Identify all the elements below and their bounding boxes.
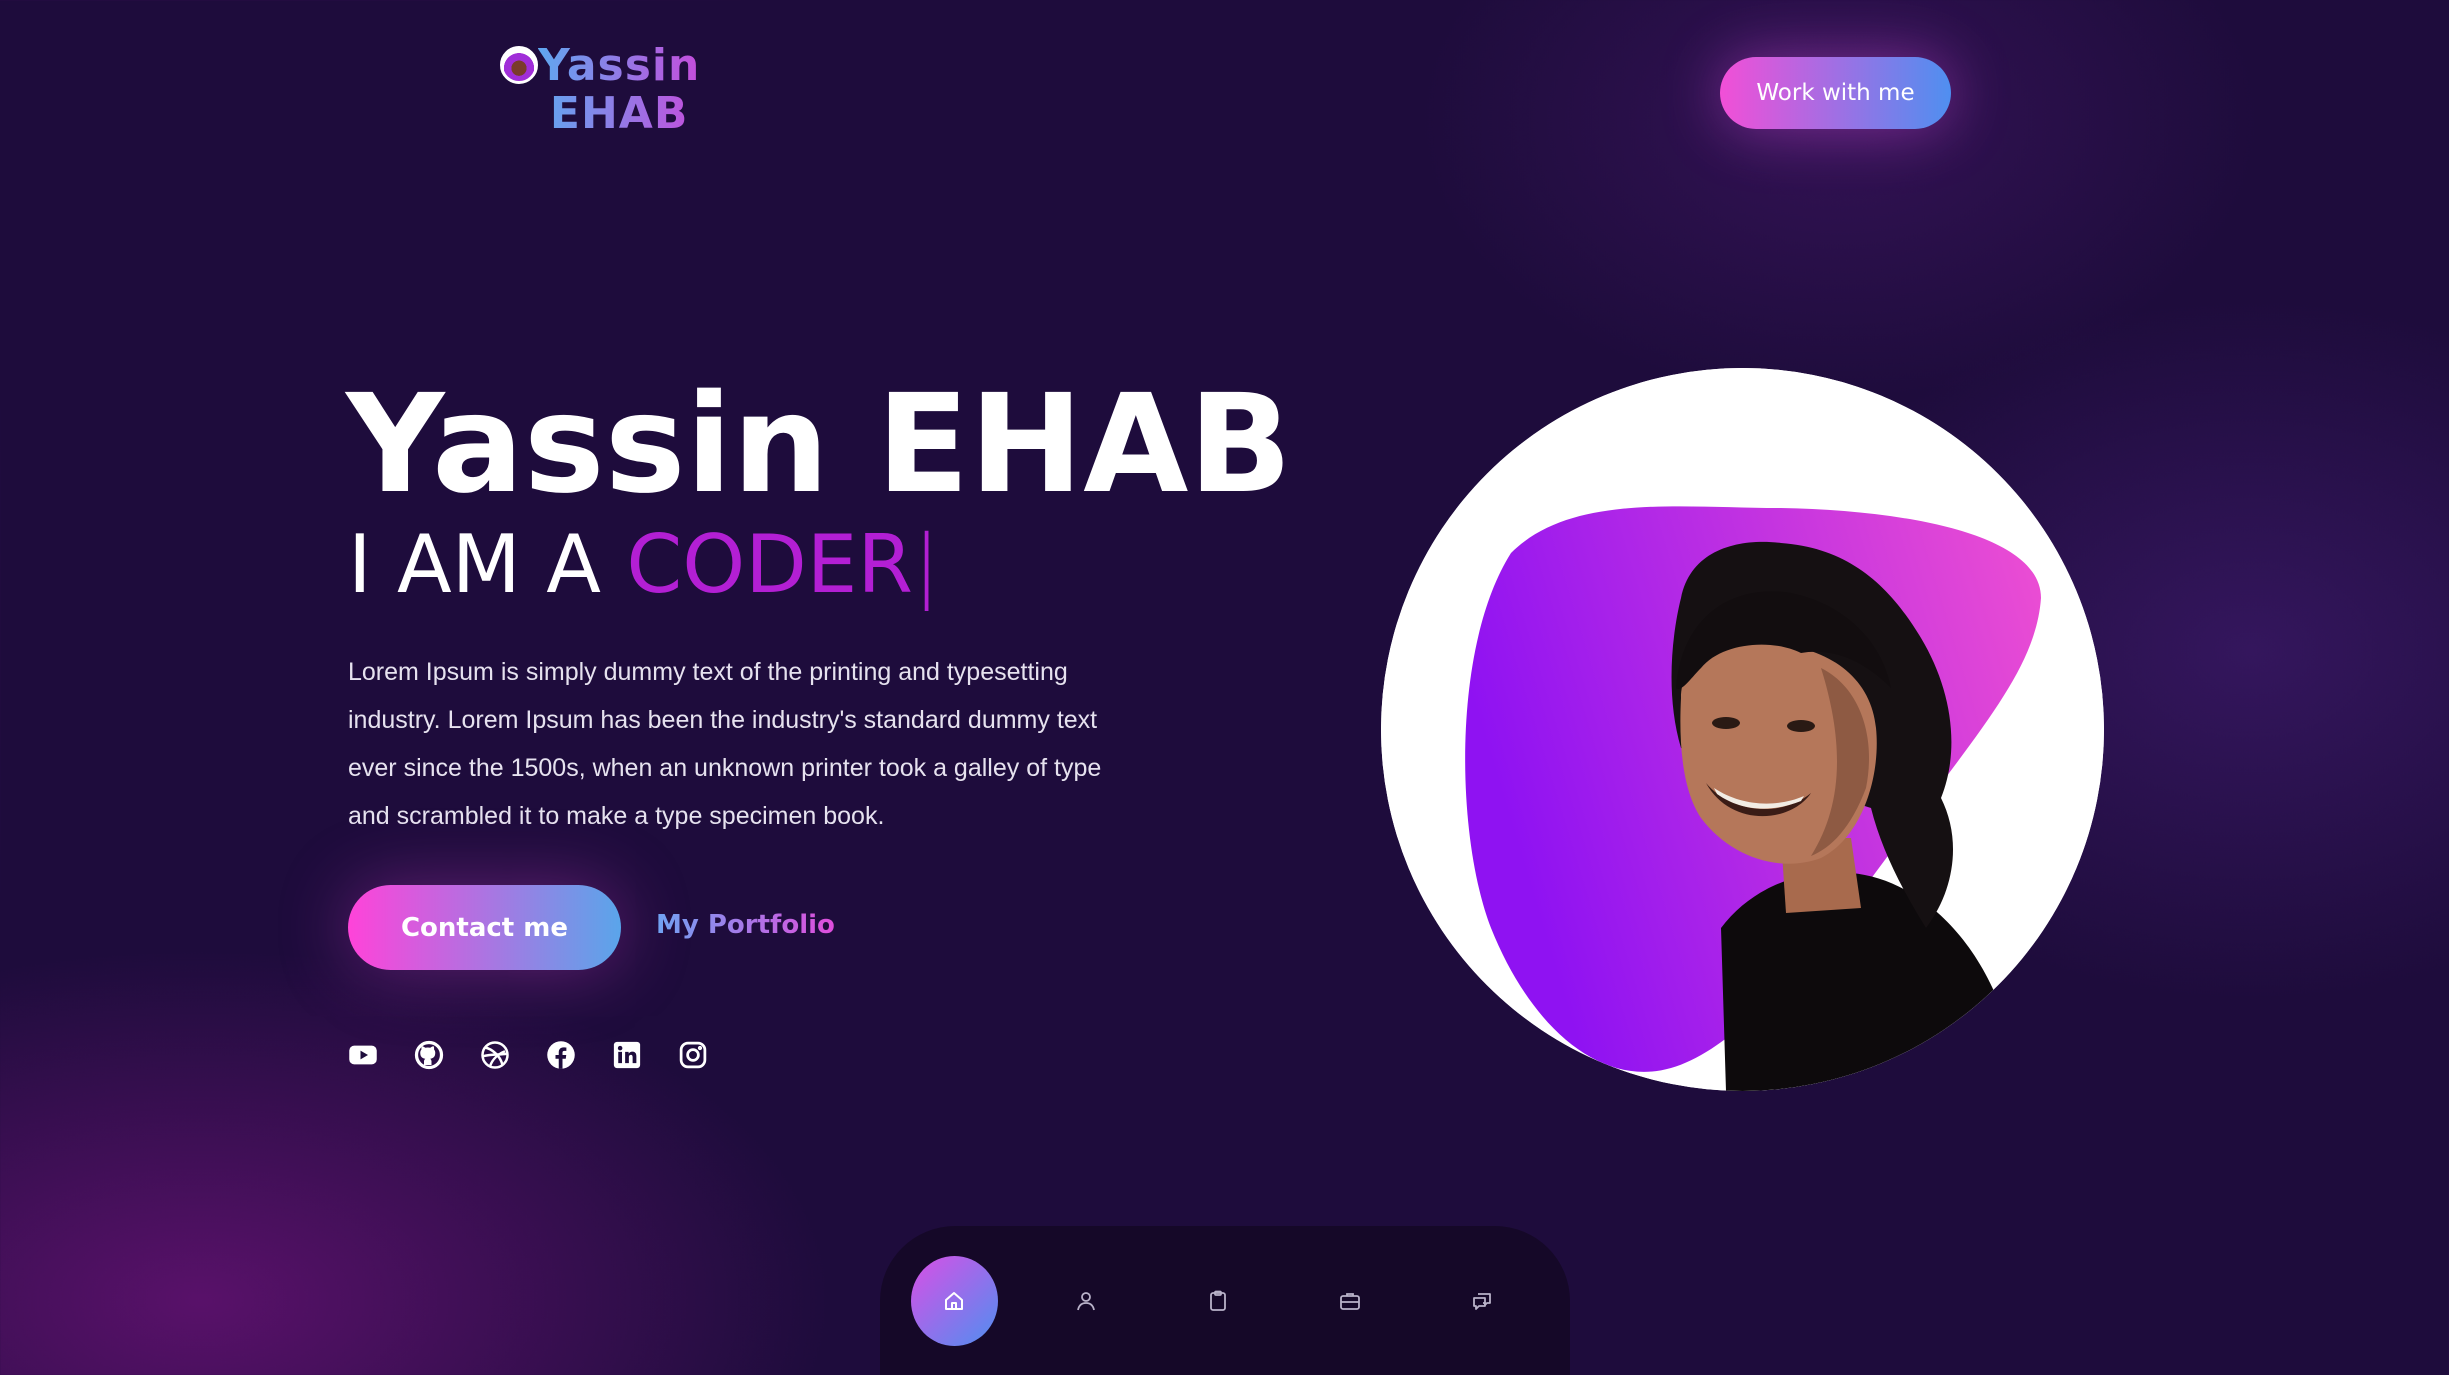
my-portfolio-link[interactable]: My Portfolio	[656, 910, 835, 940]
hero-description: Lorem Ipsum is simply dummy text of the …	[348, 658, 1102, 830]
hero-role-prefix: I AM A	[348, 518, 601, 611]
nav-resume[interactable]	[1175, 1256, 1262, 1346]
linkedin-icon[interactable]	[612, 1040, 642, 1070]
bottom-nav	[880, 1226, 1570, 1375]
logo-line-2: EHAB	[549, 88, 689, 139]
logo-text: Yassin EHAB	[538, 42, 700, 138]
social-links	[348, 1040, 708, 1070]
typing-cursor: |	[912, 518, 940, 611]
work-with-me-button[interactable]: Work with me	[1720, 57, 1951, 129]
youtube-icon[interactable]	[348, 1040, 378, 1070]
dribbble-icon[interactable]	[480, 1040, 510, 1070]
facebook-icon[interactable]	[546, 1040, 576, 1070]
instagram-icon[interactable]	[678, 1040, 708, 1070]
home-icon	[945, 1292, 964, 1310]
nav-about[interactable]	[1043, 1256, 1130, 1346]
nav-contact[interactable]	[1438, 1256, 1525, 1346]
contact-me-button[interactable]: Contact me	[348, 885, 621, 970]
logo-line-1: Yassin	[538, 40, 701, 91]
clipboard-icon	[1210, 1290, 1226, 1311]
briefcase-icon	[1339, 1293, 1360, 1310]
nav-home[interactable]	[911, 1256, 998, 1346]
user-icon	[1077, 1292, 1096, 1311]
profile-portrait	[1381, 368, 2104, 1091]
github-icon[interactable]	[414, 1040, 444, 1070]
nav-portfolio[interactable]	[1306, 1256, 1393, 1346]
logo[interactable]: Yassin EHAB	[500, 42, 700, 138]
chat-icon	[1472, 1293, 1491, 1310]
hero-name: Yassin EHAB	[346, 366, 1293, 524]
portrait-illustration	[1381, 368, 2104, 1091]
hero-role-typed: CODER	[626, 518, 913, 611]
logo-avatar	[500, 46, 538, 84]
hero-role: I AM A CODER|	[348, 518, 940, 612]
